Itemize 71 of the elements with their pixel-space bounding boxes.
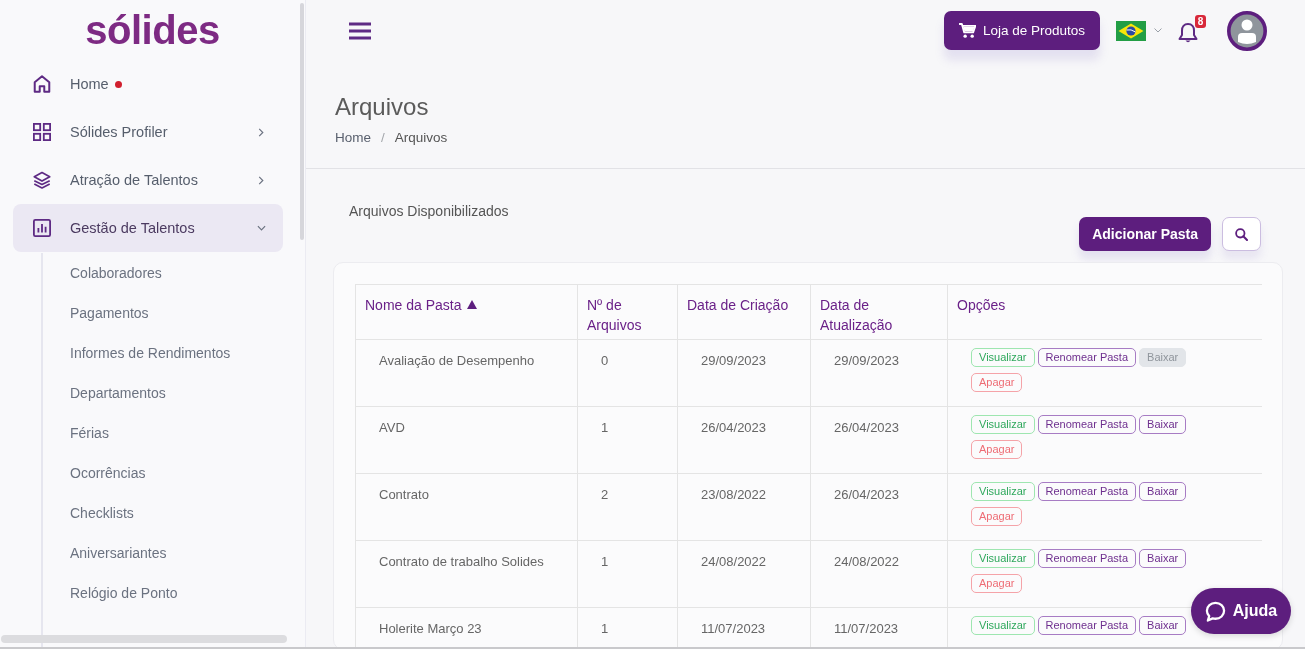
menu-icon [349, 21, 371, 40]
rename-button[interactable]: Renomear Pasta [1037, 348, 1137, 367]
nav-subitem[interactable]: Departamentos [43, 373, 283, 413]
breadcrumb-link[interactable]: Home [335, 129, 371, 147]
logo: sólides [84, 6, 221, 54]
layers-icon [33, 171, 51, 189]
add-folder-button[interactable]: Adicionar Pasta [1079, 217, 1211, 251]
language-selector[interactable] [1116, 20, 1162, 41]
created-date: 26/04/2023 [701, 420, 767, 435]
chat-bubble-icon [1204, 600, 1226, 622]
file-count: 1 [601, 621, 609, 636]
file-count: 1 [601, 554, 609, 569]
column-header[interactable]: Nome da Pasta [365, 295, 462, 315]
notifications-button[interactable]: 8 [1174, 15, 1206, 46]
home-icon [33, 75, 51, 93]
nav-item[interactable]: Atração de Talentos [13, 156, 283, 204]
download-button[interactable]: Baixar [1139, 415, 1187, 434]
breadcrumb-separator: / [381, 129, 385, 147]
nav-item[interactable]: Gestão de Talentos [13, 204, 283, 252]
nav-subitem[interactable]: Informes de Rendimentos [43, 333, 283, 373]
page-title: Arquivos [335, 93, 430, 121]
rename-button[interactable]: Renomear Pasta [1037, 482, 1137, 501]
created-date: 24/08/2022 [701, 554, 767, 569]
menu-button[interactable] [349, 21, 371, 40]
section-title: Arquivos Disponibilizados [349, 202, 510, 220]
file-count: 0 [601, 353, 609, 368]
nav-item[interactable]: Home [13, 60, 283, 108]
folder-name: Holerite Março 23 [379, 621, 482, 636]
flag-icon [1116, 20, 1146, 41]
cart-icon [958, 23, 976, 38]
file-count: 2 [601, 487, 609, 502]
nav-item[interactable]: Sólides Profiler [13, 108, 283, 156]
nav-subitem[interactable]: Ocorrências [43, 453, 283, 493]
caret-icon [1154, 28, 1162, 33]
rename-button[interactable]: Renomear Pasta [1037, 549, 1137, 568]
download-button[interactable]: Baixar [1139, 616, 1187, 635]
folder-name: AVD [379, 420, 405, 435]
folder-name: Contrato de trabalho Solides [379, 554, 544, 569]
grid-icon [33, 123, 51, 141]
breadcrumb-current: Arquivos [394, 129, 448, 147]
created-date: 11/07/2023 [701, 621, 766, 636]
help-button[interactable]: Ajuda [1191, 588, 1291, 634]
updated-date: 11/07/2023 [834, 621, 899, 636]
download-button[interactable]: Baixar [1139, 482, 1187, 501]
notification-count-badge: 8 [1195, 15, 1206, 28]
updated-date: 26/04/2023 [834, 420, 900, 435]
updated-date: 29/09/2023 [834, 353, 900, 368]
rename-button[interactable]: Renomear Pasta [1037, 415, 1137, 434]
scrollbar-thumb[interactable] [1, 635, 287, 643]
rename-button[interactable]: Renomear Pasta [1037, 616, 1137, 635]
download-button[interactable]: Baixar [1139, 549, 1187, 568]
folder-name: Avaliação de Desempenho [379, 353, 535, 368]
column-header[interactable]: Opções [957, 295, 1006, 315]
nav-subitem[interactable]: Aniversariantes [43, 533, 283, 573]
nav-subitem[interactable]: Pagamentos [43, 293, 283, 333]
updated-date: 24/08/2022 [834, 554, 900, 569]
avatar-icon[interactable] [1227, 10, 1267, 51]
search-icon [1235, 227, 1248, 241]
folder-name: Contrato [379, 487, 429, 502]
file-count: 1 [601, 420, 609, 435]
created-date: 23/08/2022 [701, 487, 767, 502]
nav-subitem[interactable]: Férias [43, 413, 283, 453]
nav-subitem[interactable]: Colaboradores [43, 253, 283, 293]
store-button[interactable]: Loja de Produtos [943, 11, 1100, 50]
bell-icon [1178, 22, 1198, 44]
nav-subitem[interactable]: Checklists [43, 493, 283, 533]
nav-subitem[interactable]: Relógio de Ponto [43, 573, 283, 613]
chart-icon [33, 219, 51, 237]
updated-date: 26/04/2023 [834, 487, 900, 502]
search-button[interactable] [1222, 217, 1261, 251]
created-date: 29/09/2023 [701, 353, 767, 368]
